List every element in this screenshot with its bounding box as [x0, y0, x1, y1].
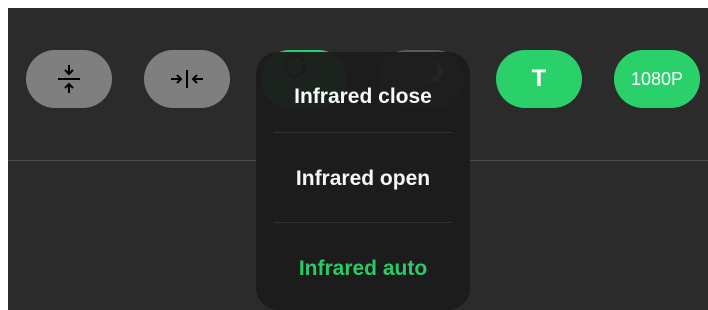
menu-item-infrared-auto[interactable]: Infrared auto — [256, 224, 470, 310]
compress-vertical-button[interactable] — [26, 50, 112, 108]
menu-divider — [274, 132, 452, 133]
camera-control-panel: T 1080P Infrared close Infrared open Inf… — [8, 8, 708, 310]
infrared-menu: Infrared close Infrared open Infrared au… — [256, 52, 470, 310]
menu-divider — [274, 222, 452, 223]
compress-horizontal-icon — [171, 70, 203, 88]
compress-vertical-icon — [58, 65, 80, 93]
resolution-label: 1080P — [630, 68, 684, 89]
menu-item-infrared-close[interactable]: Infrared close — [256, 52, 470, 142]
text-button-label: T — [531, 65, 547, 92]
compress-horizontal-button[interactable] — [144, 50, 230, 108]
text-button[interactable]: T — [496, 50, 582, 108]
resolution-button[interactable]: 1080P — [614, 50, 700, 108]
menu-item-infrared-open[interactable]: Infrared open — [256, 134, 470, 224]
